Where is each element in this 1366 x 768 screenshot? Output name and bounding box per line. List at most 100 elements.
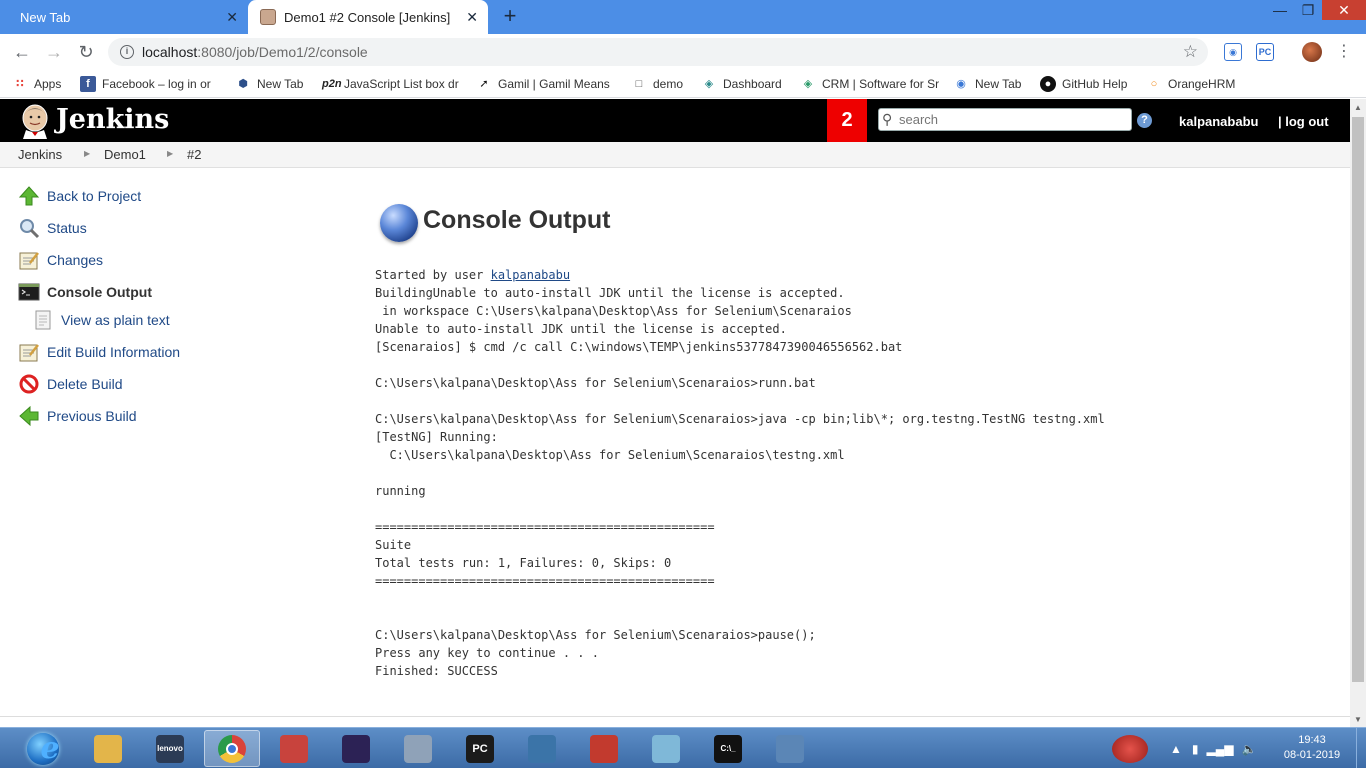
file-explorer-icon: [94, 734, 122, 763]
taskbar-app-control-panel[interactable]: [762, 730, 818, 767]
task-status[interactable]: Status: [18, 217, 87, 239]
show-desktop-button[interactable]: [1356, 728, 1366, 768]
task-label: Previous Build: [47, 408, 137, 424]
bookmark-label: New Tab: [257, 77, 304, 91]
task-back-to-project[interactable]: Back to Project: [18, 185, 141, 207]
url-path: :8080/job/Demo1/2/console: [197, 44, 368, 60]
breadcrumb-arrow-icon[interactable]: ▶: [84, 149, 90, 158]
task-changes[interactable]: Changes: [18, 249, 103, 271]
taskbar-app-settings-gear[interactable]: [390, 730, 446, 767]
up-arrow-icon: [18, 186, 40, 206]
p2n-icon: p2n: [322, 78, 342, 90]
breadcrumb-demo1[interactable]: Demo1: [104, 147, 146, 162]
volume-icon[interactable]: 🔈: [1241, 742, 1256, 756]
back-arrow-icon[interactable]: ←: [10, 40, 34, 64]
minimize-button[interactable]: —: [1266, 0, 1294, 20]
eclipse-icon: [342, 734, 370, 763]
pycharm-icon: PC: [466, 734, 494, 763]
battery-icon[interactable]: ▮: [1192, 742, 1199, 756]
bookmark-apps[interactable]: ∷ Apps: [12, 75, 61, 93]
profile-avatar[interactable]: [1302, 42, 1322, 62]
forward-arrow-icon[interactable]: →: [42, 40, 66, 64]
taskbar-app-notepad-plus[interactable]: [266, 730, 322, 767]
system-clock[interactable]: 19:43 08-01-2019: [1280, 733, 1344, 763]
scroll-up-arrow-icon[interactable]: ▲: [1354, 103, 1362, 112]
menu-kebab-icon[interactable]: ⋮: [1336, 42, 1352, 62]
bookmark-javascript-listbox[interactable]: p2n JavaScript List box dr: [322, 75, 459, 93]
url-text[interactable]: localhost:8080/job/Demo1/2/console: [142, 44, 368, 60]
extension-icon[interactable]: ◉: [1224, 43, 1242, 61]
info-icon[interactable]: i: [120, 45, 134, 59]
bookmark-star-icon[interactable]: ☆: [1183, 42, 1198, 62]
taskbar-app-eclipse[interactable]: [328, 730, 384, 767]
close-window-button[interactable]: ✕: [1322, 0, 1366, 20]
tab-title: New Tab: [20, 9, 71, 25]
build-status-ball-icon: [380, 204, 418, 242]
bookmark-label: OrangeHRM: [1168, 77, 1236, 91]
console-output-text: Started by user kalpanababu BuildingUnab…: [375, 266, 1105, 680]
arrow-icon: ➚: [479, 78, 489, 90]
jenkins-butler-logo-icon[interactable]: [18, 103, 52, 139]
help-icon[interactable]: ?: [1137, 113, 1152, 128]
network-signal-icon[interactable]: ▂▄▆: [1207, 742, 1234, 756]
taskbar-app-pycharm[interactable]: PC: [452, 730, 508, 767]
task-console-output[interactable]: Console Output: [18, 281, 152, 303]
bookmark-new-tab-1[interactable]: ⬢ New Tab: [235, 75, 303, 93]
bookmark-label: Facebook – log in or: [102, 77, 211, 91]
build-queue-badge[interactable]: 2: [827, 99, 867, 142]
task-delete-build[interactable]: Delete Build: [18, 373, 123, 395]
new-tab-button[interactable]: +: [498, 4, 522, 28]
taskbar-app-notepad[interactable]: [638, 730, 694, 767]
maximize-button[interactable]: ❐: [1294, 0, 1322, 20]
task-label: Delete Build: [47, 376, 123, 392]
taskbar-app-winrar[interactable]: [576, 730, 632, 767]
search-input[interactable]: [899, 110, 1127, 129]
bookmark-orangehrm[interactable]: ○ OrangeHRM: [1146, 75, 1236, 93]
task-view-as-plain-text[interactable]: View as plain text: [32, 309, 170, 331]
bookmark-dashboard[interactable]: ◈ Dashboard: [701, 75, 782, 93]
task-previous-build[interactable]: Previous Build: [18, 405, 137, 427]
tab-close-icon[interactable]: ✕: [226, 9, 238, 25]
notepad-edit-icon: [19, 344, 39, 362]
breadcrumb-arrow-icon[interactable]: ▶: [167, 149, 173, 158]
bookmark-new-tab-2[interactable]: ◉ New Tab: [953, 75, 1021, 93]
bookmark-demo[interactable]: □ demo: [631, 75, 683, 93]
chrome-icon: [218, 734, 246, 763]
page-scrollbar[interactable]: ▲ ▼: [1350, 99, 1366, 727]
tray-expand-icon[interactable]: ▲: [1170, 742, 1182, 756]
taskbar-app-ie[interactable]: e: [22, 730, 78, 767]
bookmark-crm[interactable]: ◈ CRM | Software for Sr: [800, 75, 939, 93]
started-by-user-link[interactable]: kalpanababu: [491, 268, 570, 282]
tab-new-tab[interactable]: New Tab ✕: [8, 0, 248, 34]
bookmark-label: New Tab: [975, 77, 1022, 91]
jenkins-title[interactable]: Jenkins: [56, 104, 169, 135]
taskbar-app-file-explorer[interactable]: [80, 730, 136, 767]
window-controls: — ❐ ✕: [1266, 0, 1366, 22]
taskbar-app-python[interactable]: [514, 730, 570, 767]
logout-link[interactable]: | log out: [1278, 114, 1329, 129]
apps-grid-icon: ∷: [16, 78, 24, 90]
tray-app-icon[interactable]: [1112, 734, 1148, 763]
tab-jenkins-console[interactable]: Demo1 #2 Console [Jenkins] ✕: [248, 0, 488, 34]
taskbar-app-chrome[interactable]: [204, 730, 260, 767]
username-link[interactable]: kalpanababu: [1179, 114, 1258, 129]
scroll-down-arrow-icon[interactable]: ▼: [1354, 715, 1362, 724]
reload-icon[interactable]: ↻: [74, 40, 98, 64]
bookmark-facebook[interactable]: f Facebook – log in or: [80, 75, 211, 93]
url-host: localhost: [142, 44, 198, 60]
task-edit-build-information[interactable]: Edit Build Information: [18, 341, 180, 363]
taskbar-app-cmd[interactable]: C:\_: [700, 730, 756, 767]
breadcrumb-build-2[interactable]: #2: [187, 147, 201, 162]
bookmark-github-help[interactable]: ● GitHub Help: [1040, 75, 1127, 93]
ie-icon: e: [40, 730, 60, 766]
tab-close-icon[interactable]: ✕: [466, 9, 478, 25]
scrollbar-thumb[interactable]: [1352, 117, 1364, 682]
pycharm-extension-icon[interactable]: PC: [1256, 43, 1274, 61]
no-entry-icon: [19, 374, 39, 394]
address-bar[interactable]: i localhost:8080/job/Demo1/2/console ☆: [108, 38, 1208, 66]
taskbar-app-lenovo-monitor[interactable]: lenovo: [142, 730, 198, 767]
page-icon: □: [635, 78, 643, 90]
bookmark-gamil[interactable]: ➚ Gamil | Gamil Means: [476, 75, 609, 93]
breadcrumb-jenkins[interactable]: Jenkins: [18, 147, 62, 162]
task-label: Console Output: [47, 284, 152, 300]
